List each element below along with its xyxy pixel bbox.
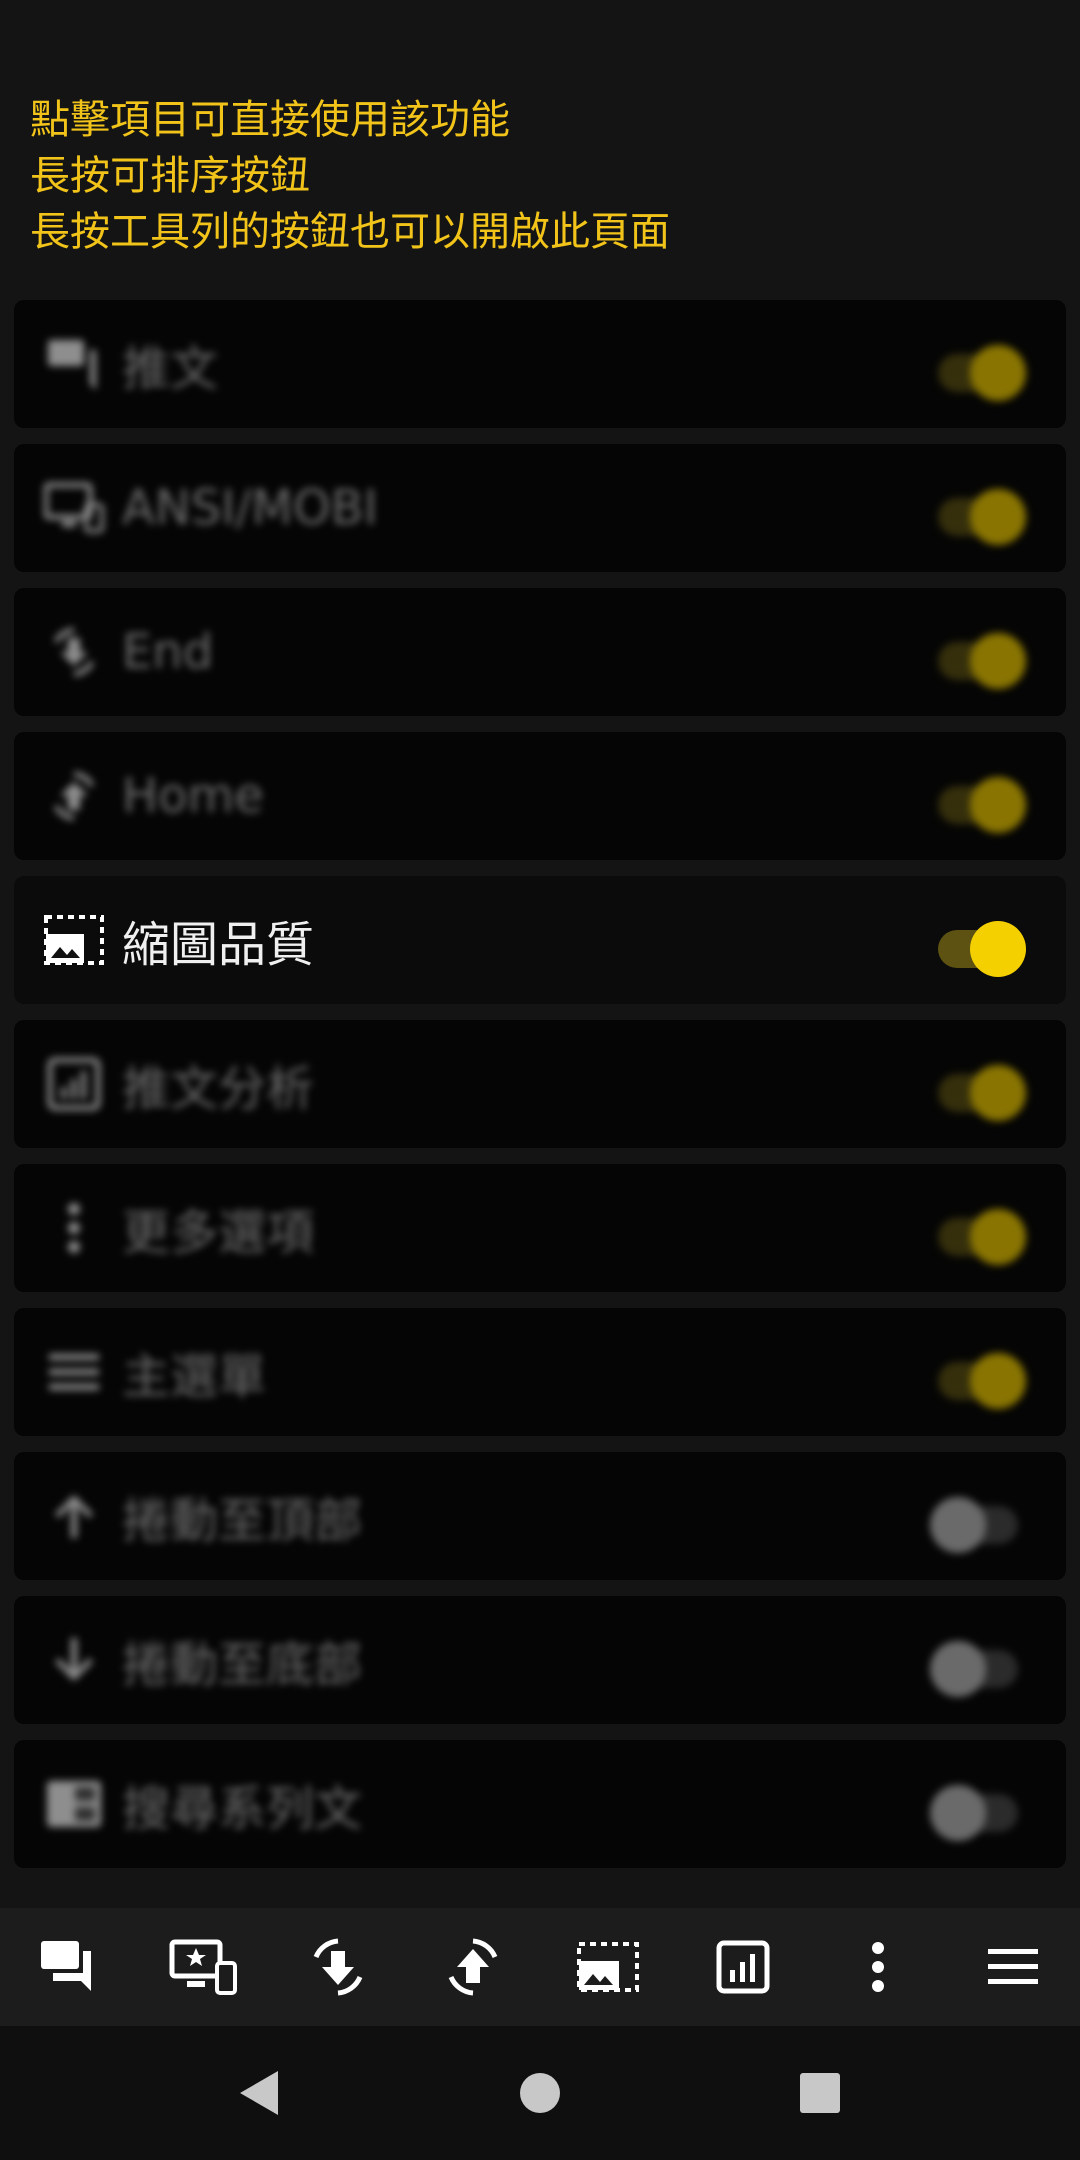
list-item-comments[interactable]: 推文 [14,300,1066,428]
comments-icon [42,334,106,394]
image-quality-icon[interactable] [568,1927,648,2007]
hint-line-1: 點擊項目可直接使用該功能 [30,97,510,143]
image-quality-icon [42,910,106,970]
item-label: 更多選項 [122,1205,315,1261]
menu-icon[interactable] [973,1927,1053,2007]
bottom-toolbar [0,1908,1080,2026]
item-label: 捲動至底部 [122,1637,363,1693]
toolbar-button-list: 推文 ANSI/MOBI End Home 縮圖品質 推文分析 更多選項 主選單… [14,300,1066,1884]
toggle-switch[interactable] [930,910,1026,977]
item-label: ANSI/MOBI [122,480,378,536]
list-item-image-quality[interactable]: 縮圖品質 [14,876,1066,1004]
toggle-switch[interactable] [930,1198,1026,1265]
more-vert-icon [42,1198,106,1258]
item-label: 推文分析 [122,1061,315,1117]
item-label: 搜尋系列文 [122,1781,363,1837]
toggle-switch[interactable] [930,1054,1026,1121]
recents-icon[interactable] [790,2063,850,2123]
toggle-switch[interactable] [930,478,1026,545]
devices-icon [42,478,106,538]
item-label: 主選單 [122,1349,267,1405]
rotate-up-icon [42,766,106,826]
arrow-down-icon [42,1630,106,1690]
menu-icon [42,1342,106,1402]
toggle-switch[interactable] [930,1342,1026,1409]
list-item-ansi-mobi[interactable]: ANSI/MOBI [14,444,1066,572]
series-search-icon [42,1774,106,1834]
list-item-more-options[interactable]: 更多選項 [14,1164,1066,1292]
toggle-switch[interactable] [930,766,1026,833]
list-item-end[interactable]: End [14,588,1066,716]
toggle-switch[interactable] [930,622,1026,689]
toggle-switch[interactable] [930,1774,1026,1841]
toggle-switch[interactable] [930,1630,1026,1697]
rotate-down-icon[interactable] [298,1927,378,2007]
devices-icon[interactable] [163,1927,243,2007]
analytics-icon[interactable] [703,1927,783,2007]
list-item-series-search[interactable]: 搜尋系列文 [14,1740,1066,1868]
rotate-up-icon[interactable] [433,1927,513,2007]
more-vert-icon[interactable] [838,1927,918,2007]
item-label: 縮圖品質 [122,917,315,973]
list-item-scroll-bottom[interactable]: 捲動至底部 [14,1596,1066,1724]
instruction-text: 點擊項目可直接使用該功能 長按可排序按鈕 長按工具列的按鈕也可以開啟此頁面 [30,92,670,260]
home-icon[interactable] [510,2063,570,2123]
system-navigation-bar [0,2026,1080,2160]
list-item-home[interactable]: Home [14,732,1066,860]
toggle-switch[interactable] [930,1486,1026,1553]
analytics-icon [42,1054,106,1114]
comments-icon[interactable] [28,1927,108,2007]
list-item-analytics[interactable]: 推文分析 [14,1020,1066,1148]
arrow-up-icon [42,1486,106,1546]
list-item-main-menu[interactable]: 主選單 [14,1308,1066,1436]
rotate-down-icon [42,622,106,682]
list-item-scroll-top[interactable]: 捲動至頂部 [14,1452,1066,1580]
item-label: Home [122,768,264,824]
item-label: End [122,624,214,680]
hint-line-3: 長按工具列的按鈕也可以開啟此頁面 [30,209,670,255]
back-icon[interactable] [230,2063,290,2123]
hint-line-2: 長按可排序按鈕 [30,153,310,199]
item-label: 推文 [122,341,219,397]
item-label: 捲動至頂部 [122,1493,363,1549]
toggle-switch[interactable] [930,334,1026,401]
